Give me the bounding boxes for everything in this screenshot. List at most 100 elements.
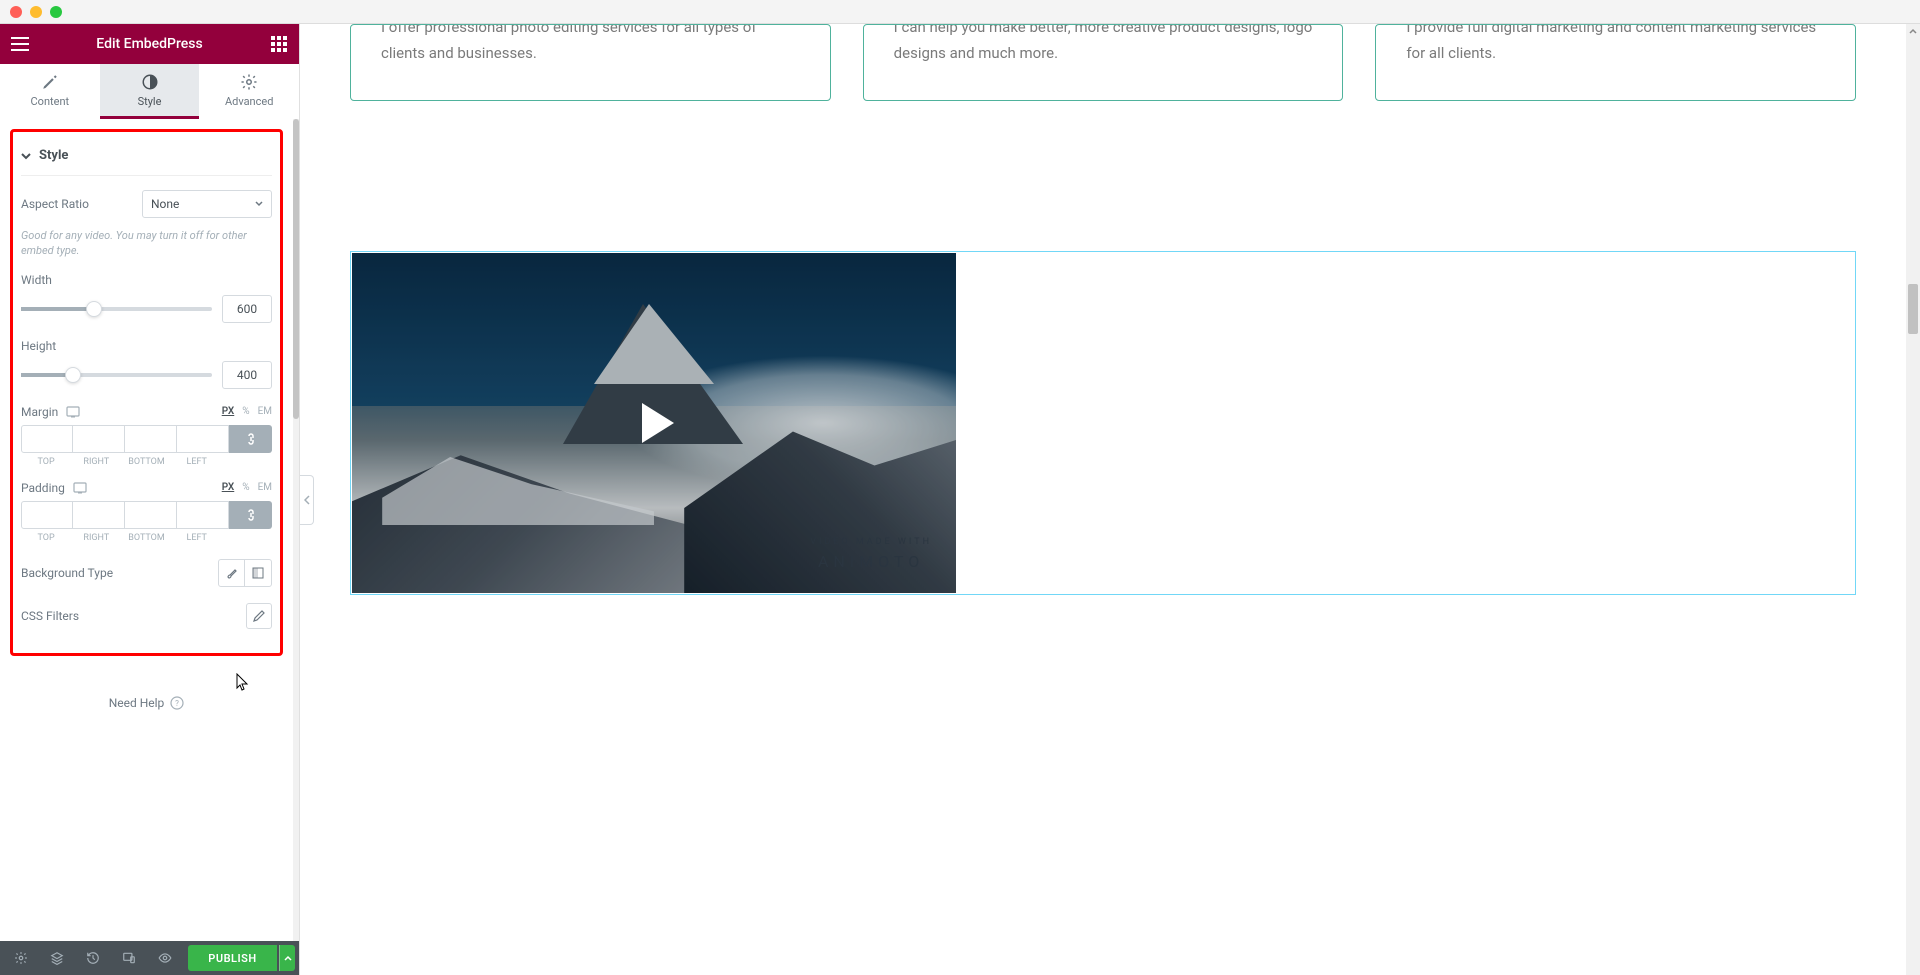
background-type-control: Background Type — [21, 559, 272, 587]
width-slider-thumb[interactable] — [86, 301, 102, 317]
padding-link-button[interactable] — [229, 501, 272, 529]
link-icon — [245, 508, 257, 522]
margin-side-labels: TOP RIGHT BOTTOM LEFT — [21, 457, 272, 467]
select-value: None — [151, 197, 179, 211]
menu-icon[interactable] — [10, 34, 30, 54]
width-label: Width — [21, 273, 272, 287]
padding-label: Padding — [21, 481, 65, 495]
tab-label: Style — [138, 95, 162, 108]
responsive-icon[interactable] — [73, 482, 87, 494]
preview-canvas: I offer professional photo editing servi… — [300, 24, 1920, 975]
tab-style[interactable]: Style — [100, 64, 200, 119]
section-style-header[interactable]: Style — [21, 140, 272, 176]
margin-link-button[interactable] — [229, 425, 272, 453]
service-card[interactable]: I provide full digital marketing and con… — [1375, 24, 1856, 101]
pencil-icon — [41, 73, 59, 91]
history-button[interactable] — [76, 945, 110, 971]
window-titlebar — [0, 0, 1920, 24]
embed-widget-selected[interactable]: VIDEO MADE WITH ANIMOTO — [350, 251, 1856, 595]
css-filters-edit-button[interactable] — [246, 603, 272, 629]
publish-button[interactable]: PUBLISH — [188, 945, 277, 971]
margin-bottom-input[interactable] — [125, 425, 177, 453]
video-embed[interactable]: VIDEO MADE WITH ANIMOTO — [352, 253, 956, 593]
padding-right-input[interactable] — [73, 501, 125, 529]
height-slider[interactable] — [21, 373, 212, 377]
svg-text:?: ? — [175, 699, 179, 708]
caret-down-icon — [21, 151, 31, 161]
aspect-ratio-label: Aspect Ratio — [21, 197, 89, 211]
section-title: Style — [39, 148, 68, 163]
margin-inputs — [21, 425, 272, 453]
canvas-scroll-thumb[interactable] — [1908, 284, 1918, 334]
height-input[interactable] — [222, 361, 272, 389]
tab-advanced[interactable]: Advanced — [199, 64, 299, 119]
canvas-scrollbar[interactable] — [1906, 24, 1920, 975]
padding-inputs — [21, 501, 272, 529]
unit-em[interactable]: EM — [258, 482, 272, 493]
sidebar-footer: PUBLISH — [0, 941, 299, 975]
width-slider[interactable] — [21, 307, 212, 311]
need-help-link[interactable]: Need Help ? — [0, 666, 293, 730]
chevron-left-icon — [304, 495, 310, 505]
gear-icon — [14, 951, 28, 965]
help-icon: ? — [170, 696, 184, 710]
css-filters-control: CSS Filters — [21, 603, 272, 629]
scroll-up-button[interactable] — [1906, 24, 1920, 38]
collapse-sidebar-button[interactable] — [300, 475, 314, 525]
responsive-icon[interactable] — [66, 406, 80, 418]
unit-px[interactable]: PX — [222, 406, 235, 417]
settings-button[interactable] — [4, 945, 38, 971]
background-classic-button[interactable] — [219, 560, 245, 586]
navigator-button[interactable] — [40, 945, 74, 971]
margin-label: Margin — [21, 405, 58, 419]
minimize-window-button[interactable] — [30, 6, 42, 18]
editor-sidebar: Edit EmbedPress Content Style Advanced — [0, 24, 300, 975]
preview-button[interactable] — [148, 945, 182, 971]
background-gradient-button[interactable] — [245, 560, 271, 586]
height-slider-thumb[interactable] — [65, 367, 81, 383]
layers-icon — [50, 951, 64, 965]
unit-percent[interactable]: % — [242, 482, 249, 493]
history-icon — [86, 951, 100, 965]
margin-left-input[interactable] — [177, 425, 229, 453]
padding-side-labels: TOP RIGHT BOTTOM LEFT — [21, 533, 272, 543]
sidebar-scrollbar[interactable] — [293, 119, 299, 941]
gradient-icon — [251, 566, 265, 580]
service-card[interactable]: I can help you make better, more creativ… — [863, 24, 1344, 101]
close-window-button[interactable] — [10, 6, 22, 18]
padding-left-input[interactable] — [177, 501, 229, 529]
pencil-icon — [252, 609, 266, 623]
publish-options-button[interactable] — [279, 945, 295, 971]
margin-top-input[interactable] — [21, 425, 73, 453]
devices-icon — [122, 951, 136, 965]
caret-up-icon — [284, 955, 292, 961]
widgets-grid-icon[interactable] — [269, 34, 289, 54]
width-input[interactable] — [222, 295, 272, 323]
service-cards-row: I offer professional photo editing servi… — [350, 24, 1856, 101]
link-icon — [245, 432, 257, 446]
unit-em[interactable]: EM — [258, 406, 272, 417]
padding-bottom-input[interactable] — [125, 501, 177, 529]
height-label: Height — [21, 339, 272, 353]
padding-top-input[interactable] — [21, 501, 73, 529]
unit-percent[interactable]: % — [242, 406, 249, 417]
service-card[interactable]: I offer professional photo editing servi… — [350, 24, 831, 101]
tab-label: Content — [31, 95, 70, 108]
margin-right-input[interactable] — [73, 425, 125, 453]
margin-header: Margin PX % EM — [21, 405, 272, 419]
aspect-ratio-select[interactable]: None — [142, 190, 272, 218]
maximize-window-button[interactable] — [50, 6, 62, 18]
sidebar-scroll-thumb[interactable] — [293, 119, 299, 419]
half-circle-icon — [141, 73, 159, 91]
aspect-ratio-hint: Good for any video. You may turn it off … — [21, 228, 272, 259]
responsive-button[interactable] — [112, 945, 146, 971]
tab-content[interactable]: Content — [0, 64, 100, 119]
panel-title: Edit EmbedPress — [30, 36, 269, 52]
unit-px[interactable]: PX — [222, 482, 235, 493]
play-button[interactable] — [624, 393, 684, 453]
aspect-ratio-control: Aspect Ratio None — [21, 190, 272, 218]
height-control: Height — [21, 339, 272, 389]
chevron-down-icon — [255, 201, 263, 207]
video-brand: VIDEO MADE WITH ANIMOTO — [810, 535, 932, 575]
style-panel-highlight: Style Aspect Ratio None Good for any vid… — [10, 129, 283, 656]
